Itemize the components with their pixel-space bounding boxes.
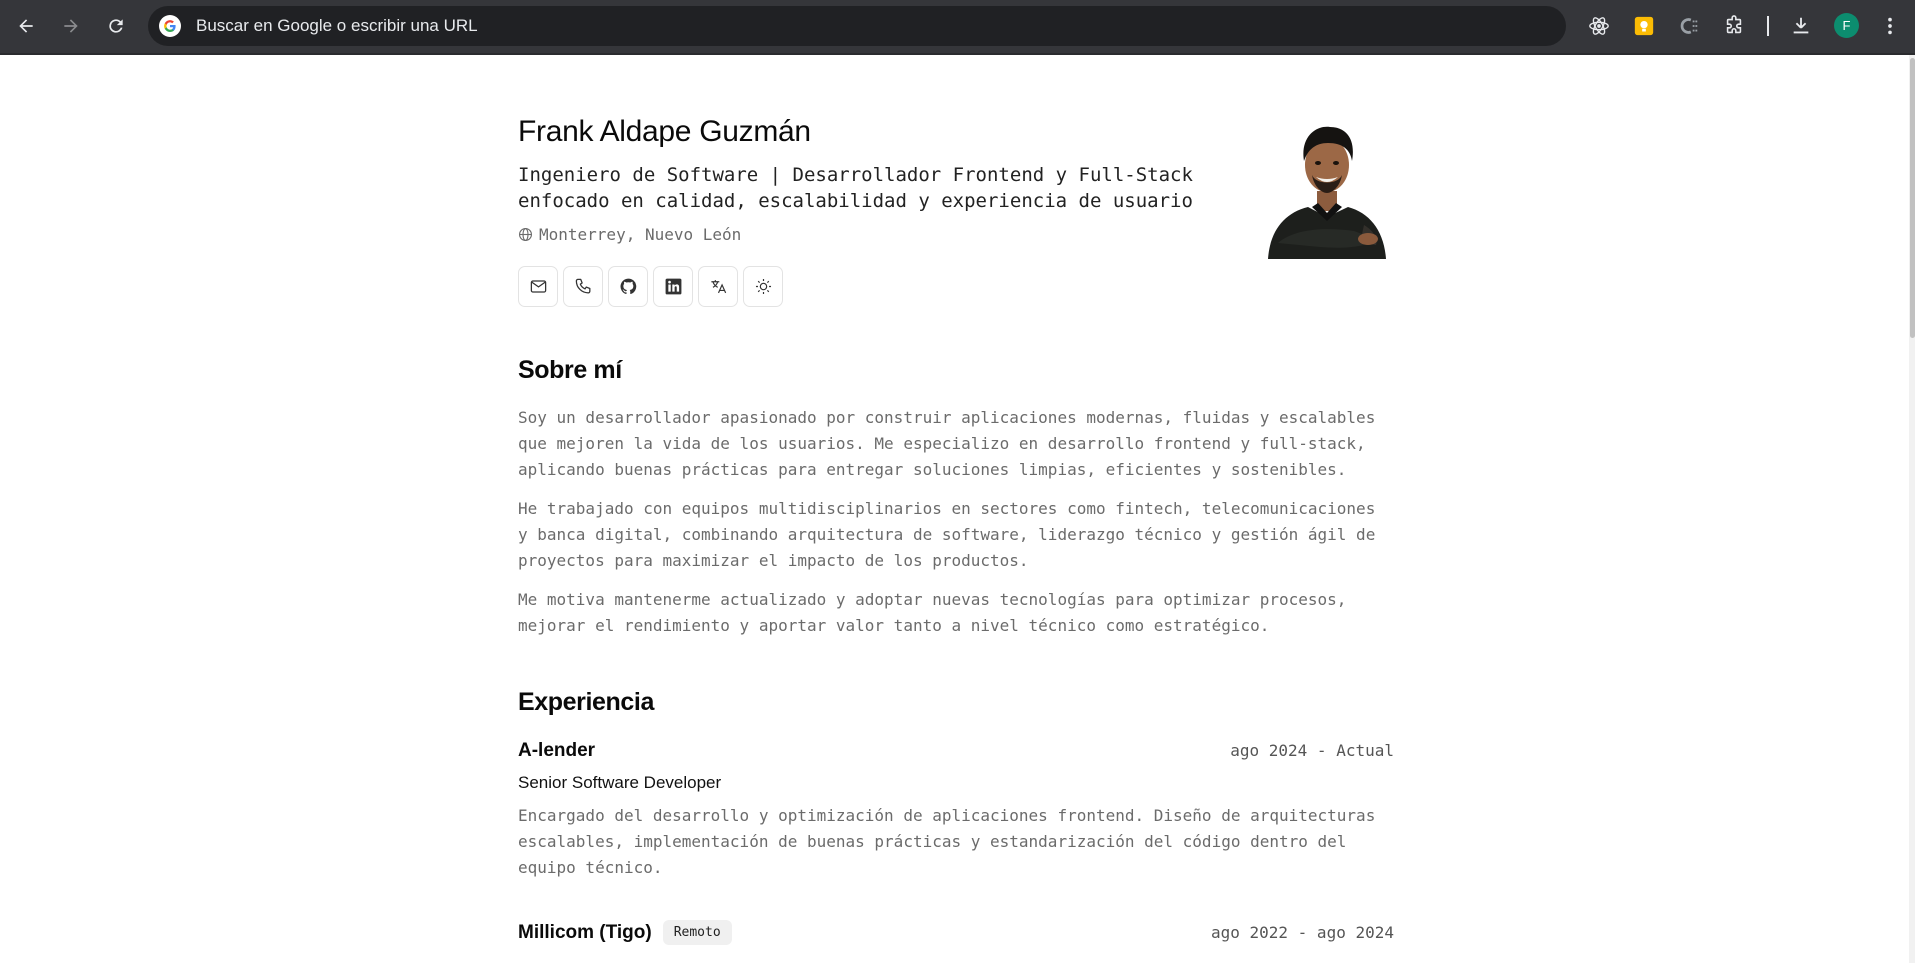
address-bar[interactable]: Buscar en Google o escribir una URL — [148, 6, 1566, 46]
extensions-button[interactable] — [1721, 13, 1747, 39]
browser-menu-button[interactable] — [1877, 13, 1903, 39]
download-icon — [1793, 17, 1809, 34]
keep-extension-button[interactable] — [1631, 13, 1657, 39]
toolbar-divider — [1767, 16, 1769, 36]
downloads-button[interactable] — [1788, 13, 1814, 39]
react-devtools-button[interactable] — [1586, 13, 1612, 39]
react-devtools-icon — [1589, 17, 1609, 35]
job-dates: ago 2024 - Actual — [1230, 741, 1394, 760]
contact-buttons — [518, 266, 783, 307]
profile-photo — [1268, 126, 1386, 259]
github-button[interactable] — [608, 266, 648, 307]
location-text: Monterrey, Nuevo León — [539, 225, 742, 244]
about-title: Sobre mí — [518, 356, 622, 384]
profile-location: Monterrey, Nuevo León — [518, 225, 741, 244]
theme-toggle-button[interactable] — [743, 266, 783, 307]
job-dates: ago 2022 - ago 2024 — [1210, 923, 1394, 942]
mail-icon — [530, 280, 546, 293]
back-icon — [19, 19, 33, 33]
phone-icon — [575, 278, 590, 294]
job-company-name: A-lender — [518, 740, 596, 761]
job-description: Encargado del desarrollo y optimización … — [518, 806, 1376, 877]
about-paragraph-1: Soy un desarrollador apasionado por cons… — [518, 408, 1376, 479]
profile-headline: Ingeniero de Software | Desarrollador Fr… — [518, 164, 1193, 212]
email-button[interactable] — [518, 266, 558, 307]
extensions-icon — [1726, 15, 1742, 34]
keep-icon — [1634, 16, 1654, 36]
forward-icon — [64, 19, 78, 33]
experience-title: Experiencia — [518, 688, 654, 716]
linkedin-button[interactable] — [653, 266, 693, 307]
job-role: Senior Software Developer — [518, 773, 722, 792]
forward-button[interactable] — [53, 8, 89, 44]
job-company: Millicom (Tigo) Remoto — [518, 920, 732, 945]
back-button[interactable] — [8, 8, 44, 44]
reload-icon — [109, 19, 123, 33]
browser-toolbar: Buscar en Google o escribir una URL F — [0, 0, 1915, 55]
job-company-name: Millicom (Tigo) — [518, 921, 652, 943]
google-icon — [159, 15, 181, 37]
job-company: A-lender — [518, 740, 595, 762]
theme-sun-icon — [755, 278, 771, 295]
phone-button[interactable] — [563, 266, 603, 307]
about-paragraph-3: Me motiva mantenerme actualizado y adopt… — [518, 590, 1347, 635]
remote-badge: Remoto — [662, 920, 732, 945]
github-icon — [620, 278, 636, 295]
scrollbar-thumb[interactable] — [1910, 58, 1915, 338]
globe-icon — [519, 228, 532, 241]
translate-icon — [710, 280, 726, 294]
profile-avatar[interactable]: F — [1834, 13, 1859, 38]
linkedin-icon — [665, 278, 681, 295]
css-extension-button[interactable] — [1676, 13, 1702, 39]
reload-button[interactable] — [98, 8, 134, 44]
language-button[interactable] — [698, 266, 738, 307]
css-extension-icon — [1680, 18, 1698, 34]
about-paragraph-2: He trabajado con equipos multidisciplina… — [518, 499, 1376, 570]
menu-icon — [1888, 17, 1892, 35]
address-bar-placeholder: Buscar en Google o escribir una URL — [196, 16, 478, 35]
profile-name: Frank Aldape Guzmán — [518, 115, 811, 148]
